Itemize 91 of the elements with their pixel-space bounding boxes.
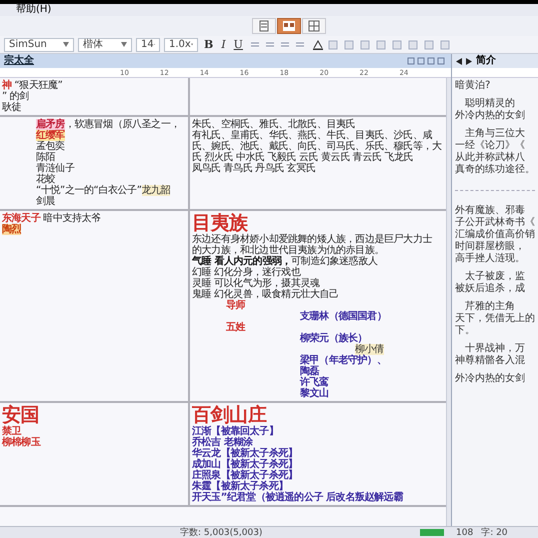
panel-text: 汇编成价值高价销 xyxy=(455,229,535,240)
forward-arrow-icon[interactable] xyxy=(466,58,472,64)
line-spacing-field[interactable]: 1.0x xyxy=(164,38,198,52)
zoom-indicator xyxy=(420,529,444,536)
table-text: 导师 xyxy=(226,300,246,311)
style-button[interactable]: I xyxy=(219,38,228,50)
panel-text: 子公开武林奇书《 xyxy=(455,217,535,228)
view-button[interactable] xyxy=(277,18,301,34)
page-view-icon xyxy=(258,20,270,32)
table-text: 华云龙【被新太子杀死】 xyxy=(192,448,298,459)
table-text: “十悦”之一的“白衣公子”龙九韶 xyxy=(36,185,170,196)
table-text: 灵睡 可以化气为形，摄其灵魂 xyxy=(192,278,320,289)
two-pane-icon xyxy=(282,20,296,32)
table-text: 花蛟 xyxy=(36,174,56,185)
panel-text: 暗黄泊? xyxy=(455,80,492,92)
section-heading: 安国 xyxy=(2,404,40,426)
table-text: 气睡 看人内元的强弱，可制造幻象迷惑敌人 xyxy=(192,256,378,267)
dropdown-caret-icon xyxy=(121,42,127,47)
panel-text: 高手挫人涟现。 xyxy=(455,253,526,265)
panel-text: 太子被废，监 xyxy=(464,271,526,282)
table-text: 鬼睡 幻化灵兽，吸食精元壮大自己 xyxy=(192,289,339,300)
panel-text: 外冷内热的女剑 xyxy=(455,373,526,385)
table-text: 许飞鸾 xyxy=(300,377,329,388)
table-text: 东海天子 暗中支持太爷 xyxy=(2,213,101,224)
table-text: 红缨军 xyxy=(36,130,65,141)
panel-text: 十界战神，万 xyxy=(464,343,526,354)
panel-text: 真奇的练功途径。 xyxy=(455,164,535,176)
table-text: 乔松吉 老糊涂 xyxy=(192,437,253,448)
panel-text: 时间群屋榜眼， xyxy=(455,241,526,252)
panel-status: 字: 20 xyxy=(481,528,508,538)
table-text: 氏 烈火氏 中水氏 飞毅氏 云氏 黄云氏 青云氏 飞龙氏 xyxy=(192,152,414,163)
style-button[interactable]: B xyxy=(202,38,216,50)
table-text: 五姓 xyxy=(226,322,246,333)
panel-text: 被妖后追杀，成 xyxy=(455,283,526,295)
panel-text: 神尊精骼各入混 xyxy=(455,355,526,367)
table-text: 梁甲（年老守护）、 xyxy=(300,355,386,366)
section-heading: 目夷族 xyxy=(192,212,248,234)
table-text: 江渐【被靠回太子】 xyxy=(192,426,278,437)
panel-text: 芹雅的主角 xyxy=(464,301,516,312)
view-button[interactable] xyxy=(302,18,326,34)
table-text: 幻睡 幻化分身，迷行戏也 xyxy=(192,267,300,278)
table-text: 东边还有身材娇小却爱跳舞的矮人族，西边是巨尸大力士 xyxy=(192,234,432,245)
dropdown-caret-icon xyxy=(63,42,69,47)
table-text: 耿徒 xyxy=(2,102,22,113)
table-text: 孟包奕 xyxy=(36,141,65,152)
table-text: 柳棉柳玉 xyxy=(2,437,40,448)
table-text: 支珊林（德国国君） xyxy=(300,311,386,322)
panel-text: 下。 xyxy=(455,325,476,337)
font-family-field[interactable]: 楷体 xyxy=(78,38,132,52)
table-text: 开天玉”纪君堂（被逍遥的公子 后改名叛赵解远霸 xyxy=(192,492,403,503)
menu-item[interactable]: 帮助(H) xyxy=(16,4,52,16)
table-text: 的大力族，和北边世代目夷族为仇的赤目族。 xyxy=(192,245,384,256)
table-text: 有礼氏、皇甫氏、华氏、燕氏、牛氏、目夷氏、沙氏、咸 xyxy=(192,130,432,141)
word-count: 字数: 5,003(5,003) xyxy=(180,528,262,538)
section-heading: 百剑山庄 xyxy=(192,404,266,426)
panel-status: 108 xyxy=(456,528,474,538)
table-text: 陈陌 xyxy=(36,152,56,163)
table-text: 黎文山 xyxy=(300,388,329,399)
table-text: 柳小倩 xyxy=(355,344,384,355)
text-color-icon[interactable] xyxy=(312,40,323,50)
table-text: 扁矛房，软惠冒烟（原八圣之一， xyxy=(36,119,180,130)
table-text: 朱氏、空桐氏、雅氏、北散氏、目夷氏 xyxy=(192,119,356,130)
view-button[interactable] xyxy=(252,18,276,34)
font-size-field[interactable]: 14 xyxy=(136,38,160,52)
table-text: 青涟仙子 xyxy=(36,163,74,174)
table-text: 禁卫 xyxy=(2,426,22,437)
panel-text: 聪明精灵的 xyxy=(464,98,516,110)
table-text: 柳荣元（族长） xyxy=(300,333,368,344)
back-arrow-icon[interactable] xyxy=(456,58,462,64)
table-text: 凤鸟氏 青鸟氏 丹鸟氏 玄冥氏 xyxy=(192,163,316,174)
table-text: 剑晨 xyxy=(36,196,56,207)
table-text: 神 “狠天狂魔” xyxy=(2,80,62,91)
panel-text: 外冷内热的女剑 xyxy=(455,110,526,122)
table-text: 陶磊 xyxy=(300,366,320,377)
panel-text: 主角与三位大 xyxy=(464,128,526,140)
window-controls-icon[interactable] xyxy=(407,57,447,65)
panel-text: 天下，凭借无上的 xyxy=(455,313,535,325)
table-text: 朱霆【被新太子杀死】 xyxy=(192,481,288,492)
table-text: 氏、婉氏、池氏、戴氏、向氏、司马氏、乐氏、穆氏等，大 xyxy=(192,141,442,152)
font-name-field[interactable]: SimSun xyxy=(4,38,74,52)
table-text: ” 的剑 xyxy=(2,91,29,102)
panel-title: 简介 xyxy=(476,55,496,67)
panel-text: 从此并称武林八 xyxy=(455,152,526,164)
outline-view-icon xyxy=(308,20,320,32)
table-text: 成加山【被新太子杀死】 xyxy=(192,459,298,470)
style-button[interactable]: U xyxy=(232,38,245,50)
panel-text: 外有魔族、邪毒 xyxy=(455,205,526,216)
table-text: 庄照泉【被新太子杀死】 xyxy=(192,470,298,481)
scrollbar[interactable] xyxy=(446,78,451,526)
document-title: 宗太全 xyxy=(4,55,34,67)
panel-text: 一经《论刀》《 xyxy=(455,140,526,152)
